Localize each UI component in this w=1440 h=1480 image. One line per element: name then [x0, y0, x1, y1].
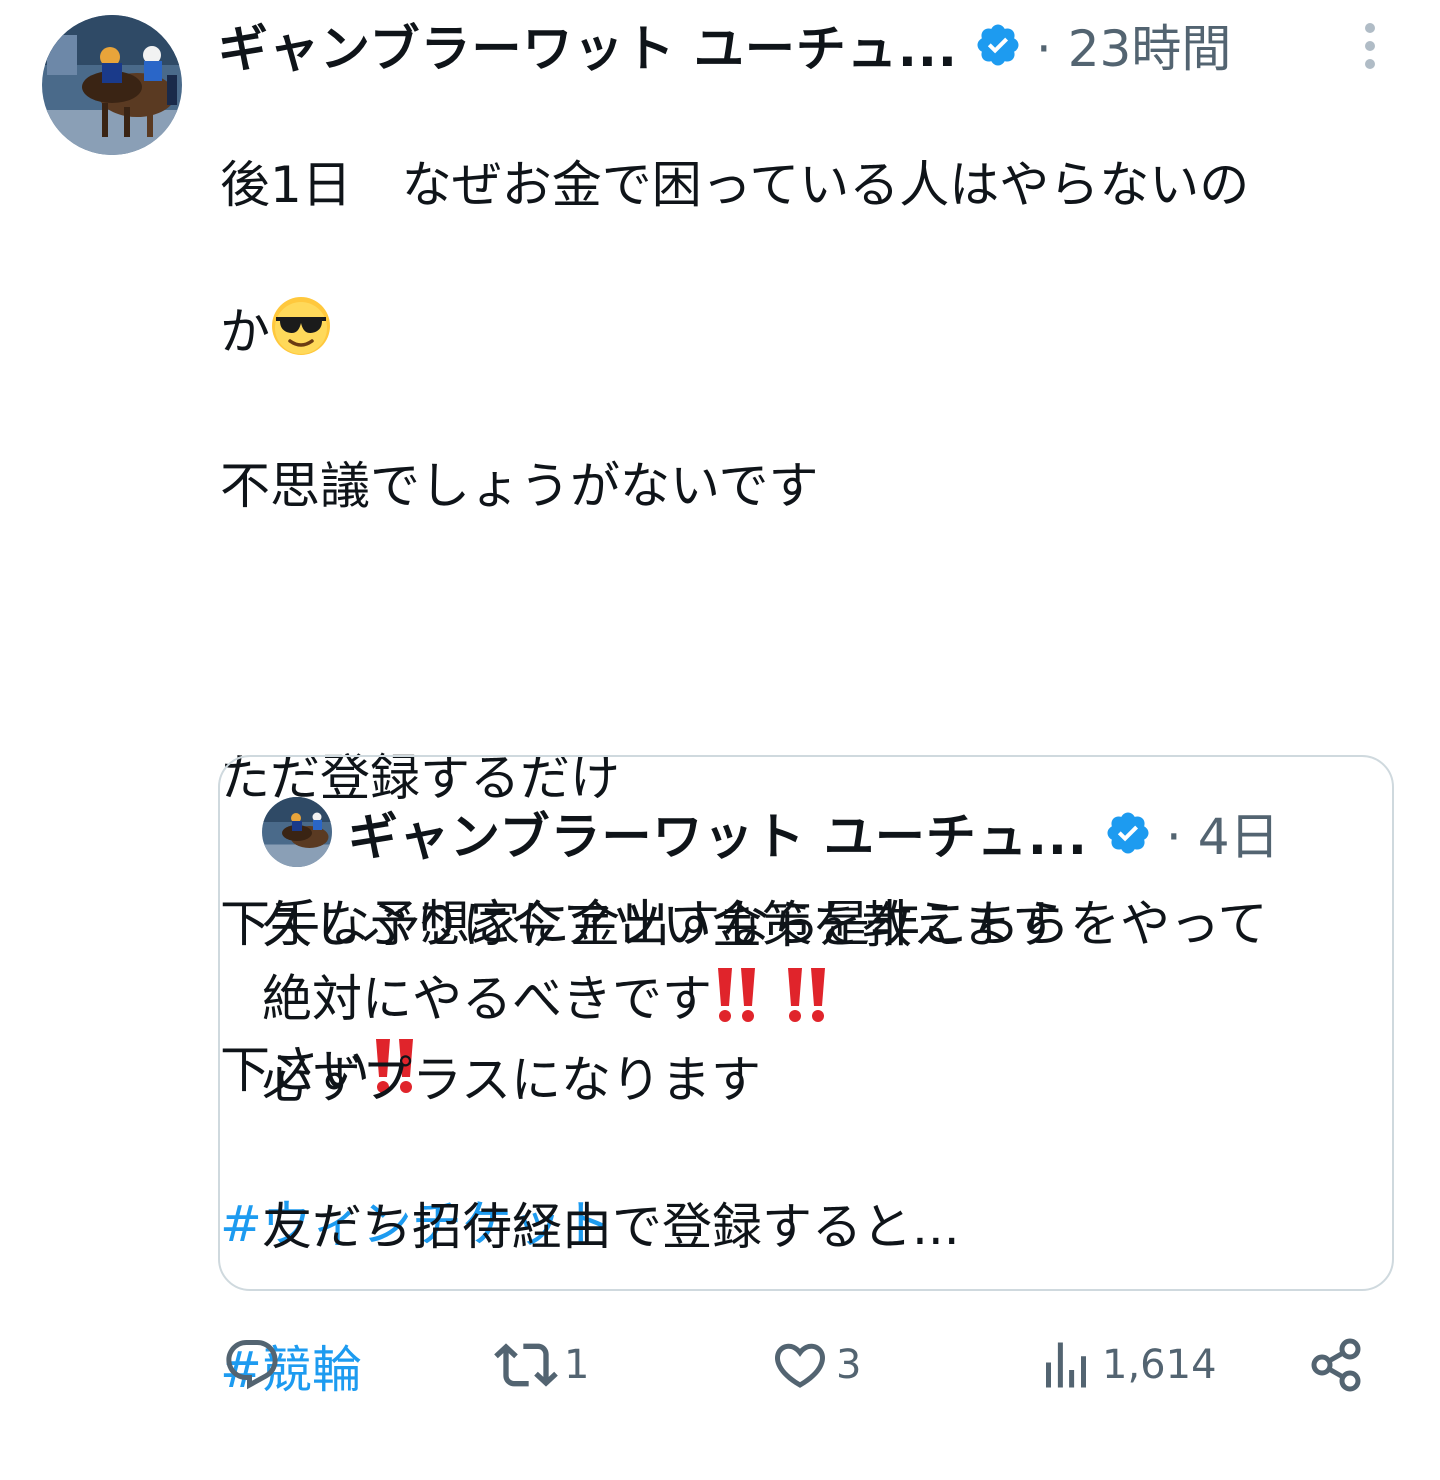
quoted-tweet-time: 4日 [1197, 808, 1280, 866]
tweet-line: 後1日 なぜお金で困っている人はやらないの [220, 156, 1250, 214]
tweet-line: 不思議でしょうがないです [220, 457, 819, 515]
quoted-line: 友だち招待経由で登録すると... [262, 1198, 960, 1256]
views-icon [1046, 1342, 1086, 1388]
verified-badge-icon [974, 21, 1022, 69]
share-button[interactable] [1306, 1330, 1366, 1400]
tweet-time[interactable]: 23時間 [1068, 20, 1232, 78]
double-exclamation-emoji [712, 966, 762, 1045]
views-count: 1,614 [1102, 1342, 1217, 1388]
heart-icon [774, 1343, 826, 1388]
quoted-author-name: ギャンブラーワット ユーチュ... [348, 808, 1088, 866]
like-button[interactable]: 3 [770, 1330, 861, 1400]
double-exclamation-emoji [782, 966, 832, 1045]
quoted-author-avatar [262, 797, 332, 867]
tweet-line [220, 596, 1410, 669]
share-icon [1311, 1338, 1361, 1392]
quoted-tweet-header: ギャンブラーワット ユーチュ... · 4日 [348, 797, 1280, 869]
quoted-line: 必ずプラスになります [262, 1051, 761, 1109]
retweet-icon [494, 1343, 558, 1387]
more-options-button[interactable] [1350, 18, 1390, 74]
quoted-line [262, 1118, 1362, 1192]
like-count: 3 [836, 1342, 862, 1388]
smiling-face-with-sunglasses-emoji [270, 295, 332, 377]
quoted-line: 絶対にやるべきです [262, 963, 1362, 1045]
time-separator: · [1165, 808, 1182, 866]
quoted-tweet-text: 久しぶりに今アツい金策を教えます 絶対にやるべきです 必ずプラスになります 友だ… [262, 889, 1362, 1265]
quoted-line: 久しぶりに今アツい金策を教えます [262, 896, 1062, 954]
horse-racing-photo [42, 15, 182, 155]
author-name[interactable]: ギャンブラーワット ユーチュ... [218, 9, 958, 81]
horse-racing-photo [262, 797, 332, 867]
tweet-header: ギャンブラーワット ユーチュ... · 23時間 [218, 10, 1418, 80]
tweet-line: か [220, 295, 1410, 377]
quoted-tweet-card[interactable]: ギャンブラーワット ユーチュ... · 4日 久しぶりに今アツい金策を教えます … [218, 755, 1394, 1291]
retweet-count: 1 [564, 1342, 590, 1388]
tweet-action-bar: 1 3 1,614 [222, 1330, 1372, 1400]
more-vertical-icon [1365, 23, 1375, 69]
time-separator: · [1035, 20, 1052, 78]
author-avatar[interactable] [42, 15, 182, 155]
retweet-button[interactable]: 1 [494, 1330, 589, 1400]
reply-button[interactable] [222, 1330, 282, 1400]
views-button[interactable]: 1,614 [1036, 1330, 1217, 1400]
reply-icon [226, 1340, 278, 1390]
verified-badge-icon [1104, 809, 1152, 857]
